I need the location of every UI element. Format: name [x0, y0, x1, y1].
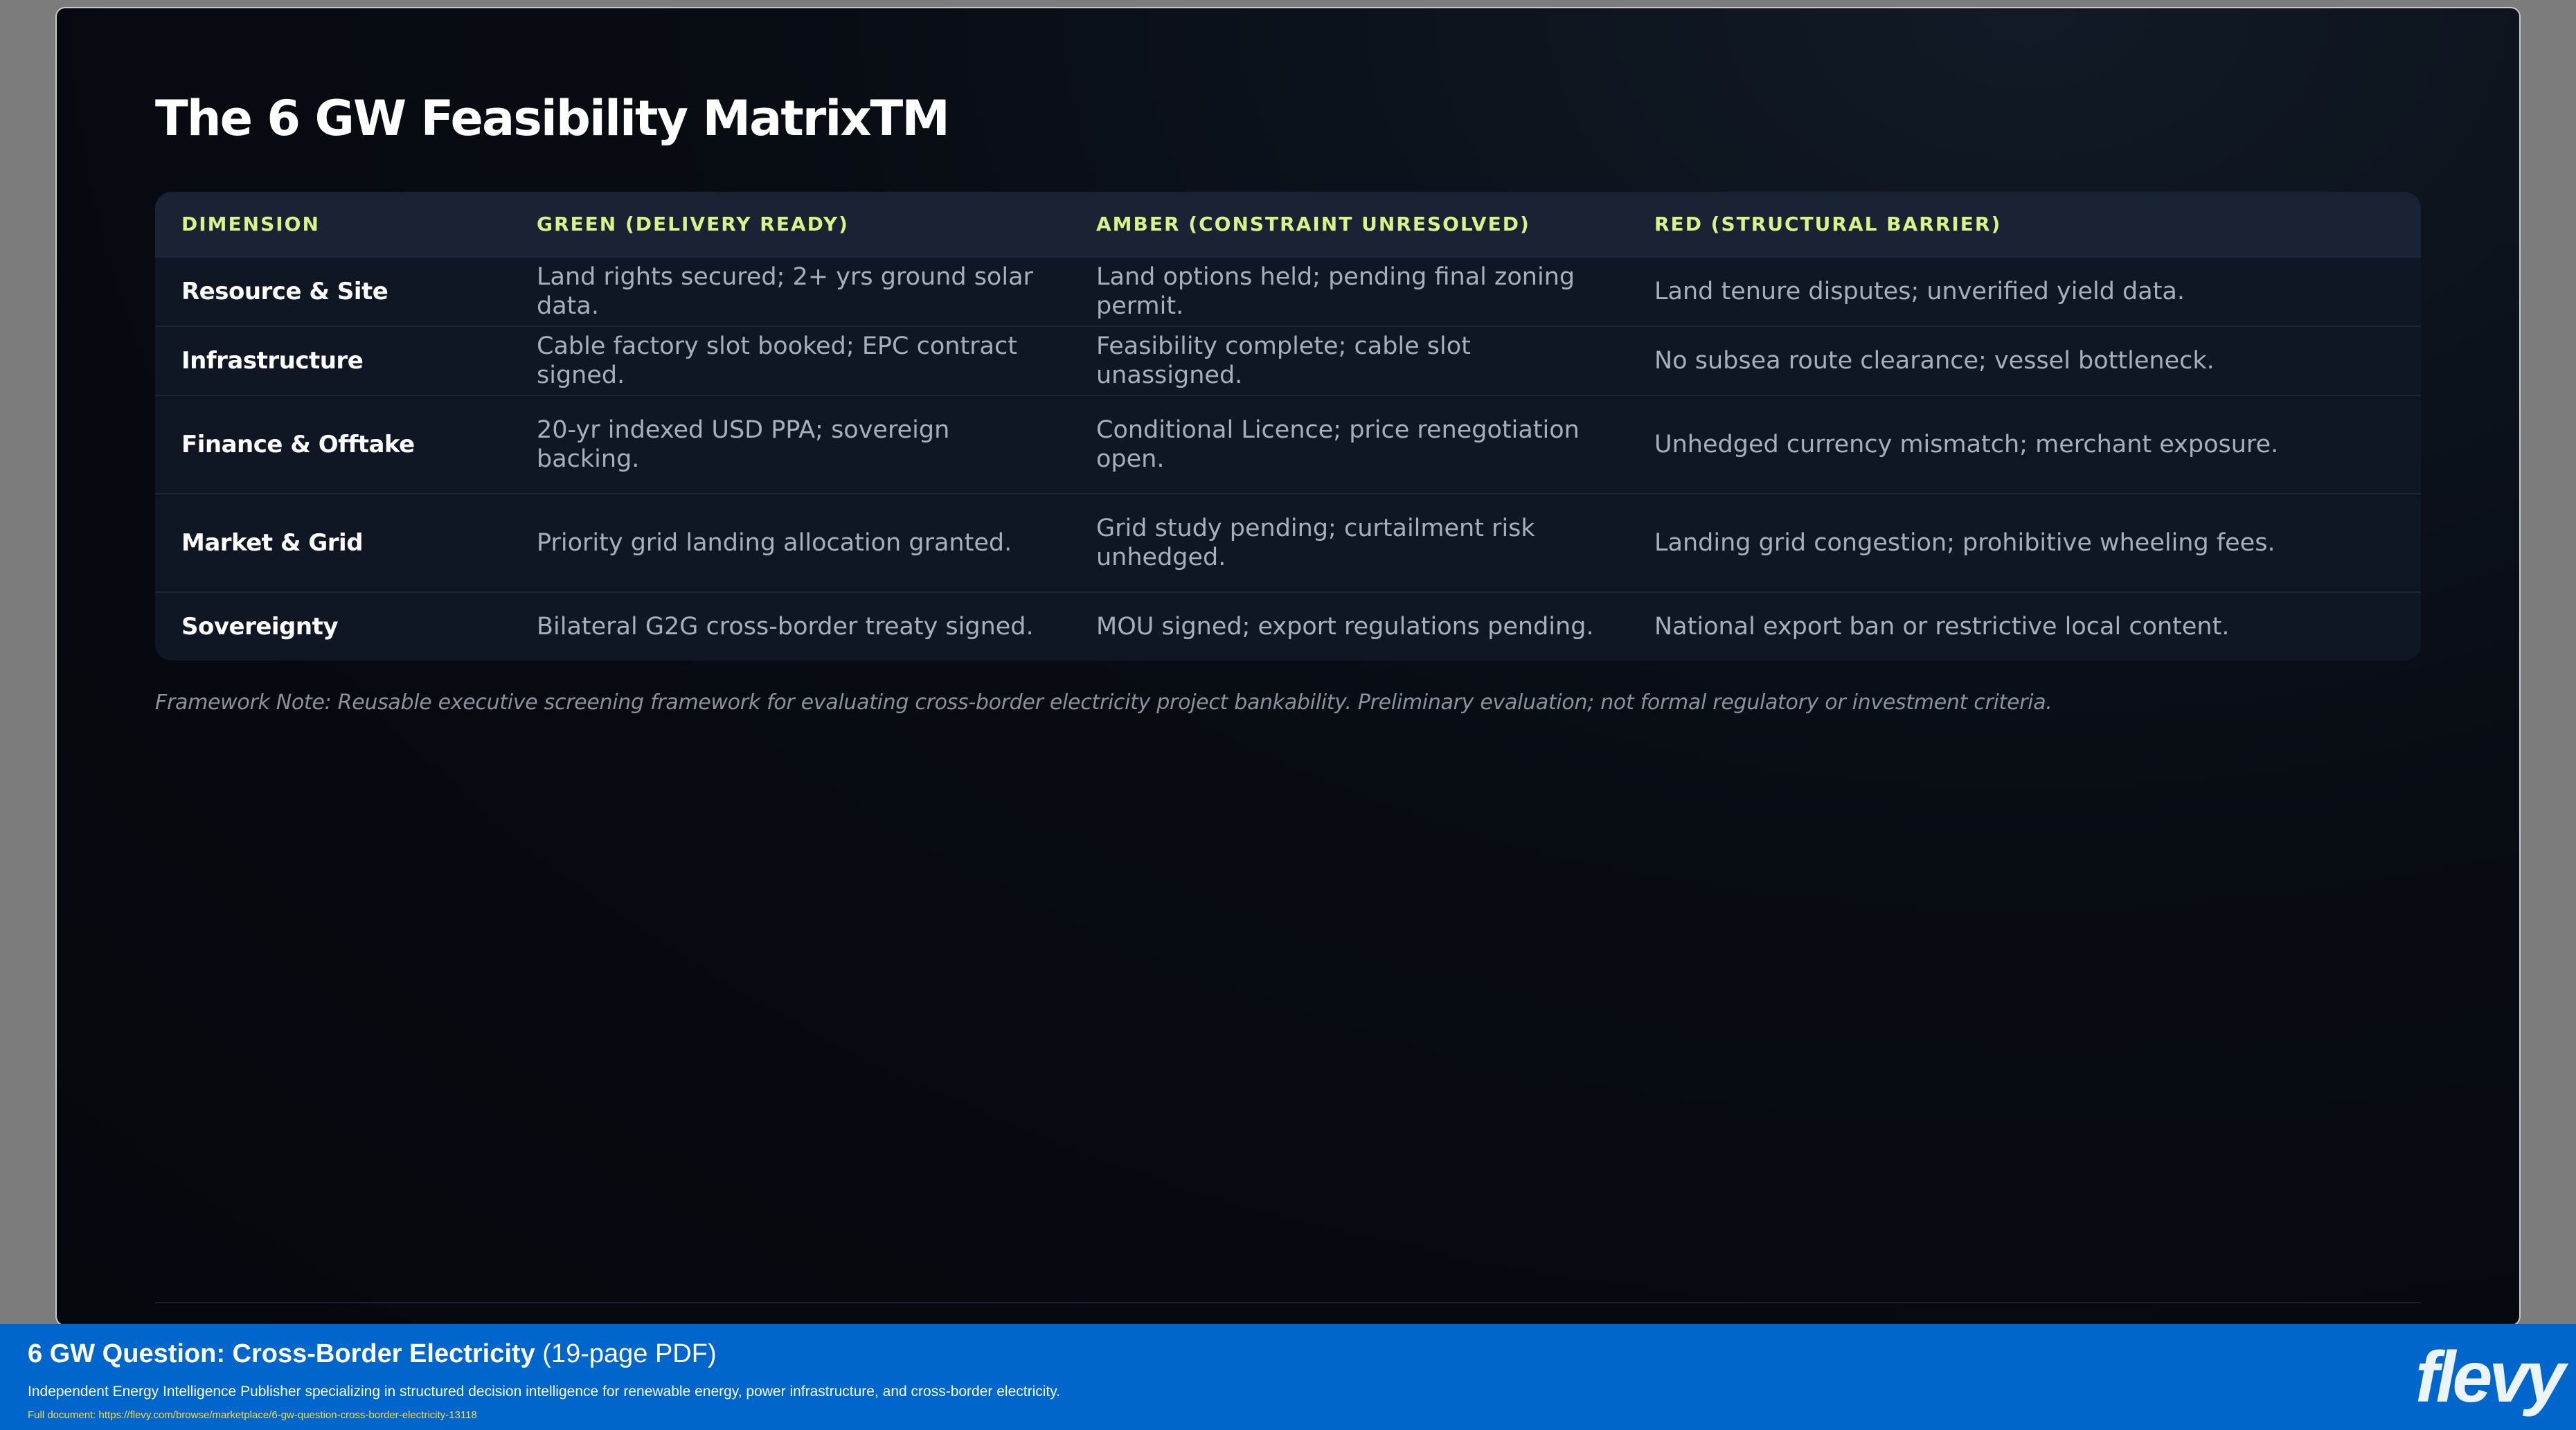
footer-description: Independent Energy Intelligence Publishe… — [28, 1384, 1061, 1400]
document-footer-bar: 6 GW Question: Cross-Border Electricity … — [0, 1324, 2576, 1430]
amber-cell: Feasibility complete; cable slot unassig… — [1070, 325, 1628, 395]
flevy-logo[interactable]: flevy — [2415, 1337, 2566, 1419]
table-row: Resource & Site Land rights secured; 2+ … — [155, 256, 2421, 326]
footer-doc-title: 6 GW Question: Cross-Border Electricity — [28, 1339, 535, 1368]
dimension-cell: Resource & Site — [155, 256, 510, 326]
table-header-row: DIMENSION GREEN (DELIVERY READY) AMBER (… — [155, 192, 2421, 257]
green-cell: Land rights secured; 2+ yrs ground solar… — [510, 256, 1070, 326]
dimension-cell: Market & Grid — [155, 493, 510, 592]
red-cell: Unhedged currency mismatch; merchant exp… — [1628, 395, 2421, 494]
green-cell: Priority grid landing allocation granted… — [510, 493, 1070, 592]
footer-title: 6 GW Question: Cross-Border Electricity … — [28, 1339, 717, 1369]
header-dimension: DIMENSION — [155, 192, 510, 257]
header-amber: AMBER (CONSTRAINT UNRESOLVED) — [1070, 192, 1628, 257]
footer-doc-pages: (19-page PDF) — [542, 1339, 717, 1368]
green-cell: Cable factory slot booked; EPC contract … — [510, 325, 1070, 395]
slide-title: The 6 GW Feasibility MatrixTM — [155, 90, 950, 147]
green-cell: 20-yr indexed USD PPA; sovereign backing… — [510, 395, 1070, 494]
dimension-cell: Infrastructure — [155, 325, 510, 395]
framework-note: Framework Note: Reusable executive scree… — [155, 690, 2052, 715]
amber-cell: Conditional Licence; price renegotiation… — [1070, 395, 1628, 494]
dimension-cell: Sovereignty — [155, 591, 510, 661]
amber-cell: Grid study pending; curtailment risk unh… — [1070, 493, 1628, 592]
slide: The 6 GW Feasibility MatrixTM DIMENSION … — [55, 7, 2521, 1326]
table-row: Infrastructure Cable factory slot booked… — [155, 325, 2421, 395]
slide-divider — [155, 1302, 2421, 1303]
red-cell: Land tenure disputes; unverified yield d… — [1628, 256, 2421, 326]
red-cell: No subsea route clearance; vessel bottle… — [1628, 325, 2421, 395]
red-cell: National export ban or restrictive local… — [1628, 591, 2421, 661]
table-row: Sovereignty Bilateral G2G cross-border t… — [155, 591, 2421, 661]
feasibility-matrix-table: DIMENSION GREEN (DELIVERY READY) AMBER (… — [155, 192, 2421, 661]
header-green: GREEN (DELIVERY READY) — [510, 192, 1070, 257]
table-row: Market & Grid Priority grid landing allo… — [155, 493, 2421, 592]
amber-cell: Land options held; pending final zoning … — [1070, 256, 1628, 326]
amber-cell: MOU signed; export regulations pending. — [1070, 591, 1628, 661]
header-red: RED (STRUCTURAL BARRIER) — [1628, 192, 2421, 257]
red-cell: Landing grid congestion; prohibitive whe… — [1628, 493, 2421, 592]
table-row: Finance & Offtake 20-yr indexed USD PPA;… — [155, 395, 2421, 494]
dimension-cell: Finance & Offtake — [155, 395, 510, 494]
green-cell: Bilateral G2G cross-border treaty signed… — [510, 591, 1070, 661]
footer-document-link[interactable]: Full document: https://flevy.com/browse/… — [28, 1409, 477, 1421]
